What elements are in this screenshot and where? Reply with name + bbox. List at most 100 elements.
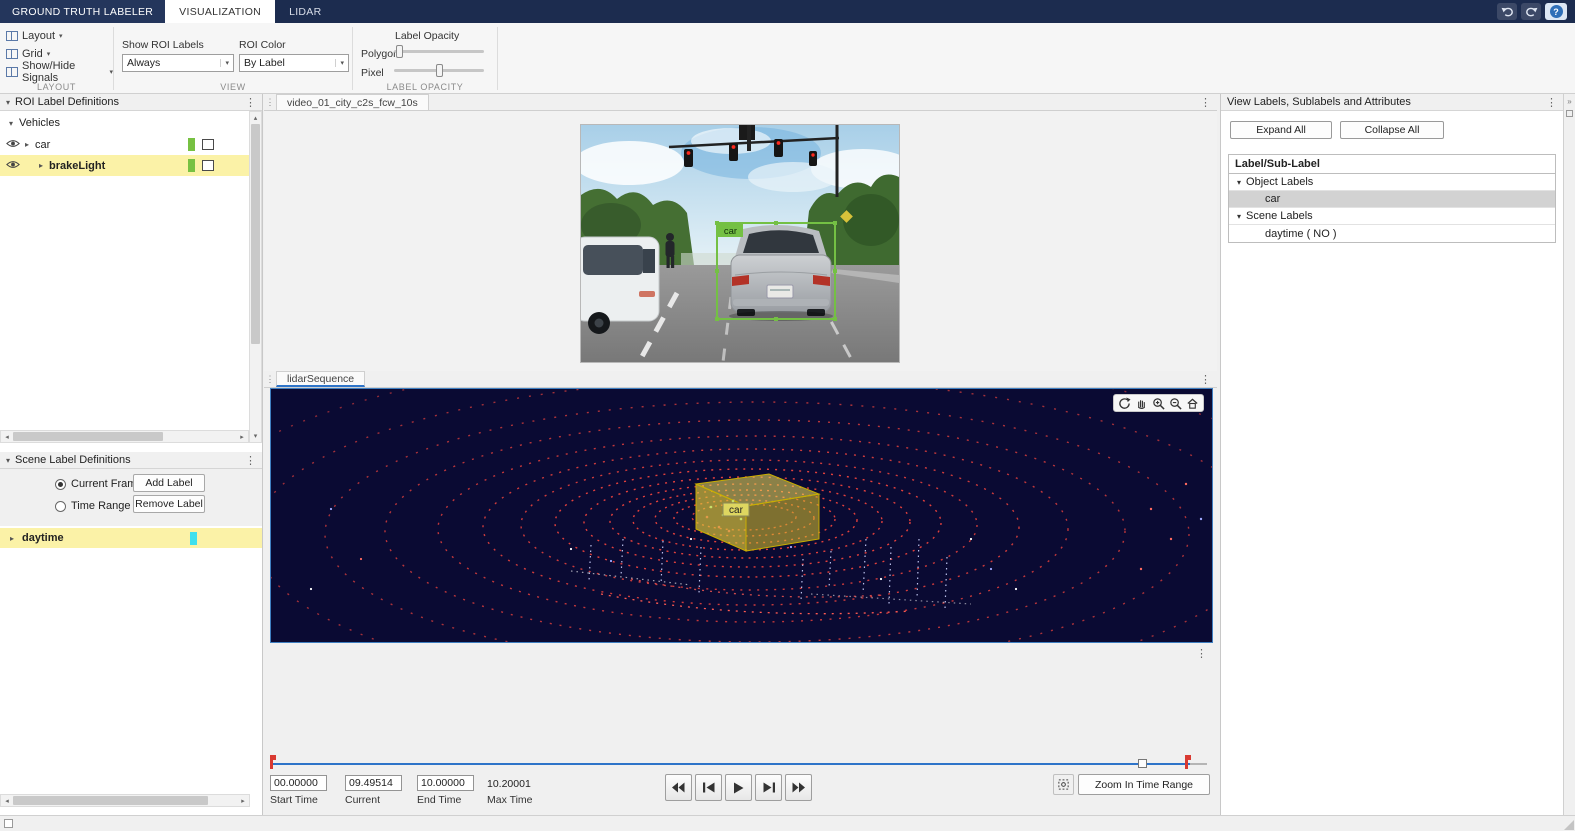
show-roi-labels-select[interactable]: Always ▾ — [122, 54, 234, 72]
collapse-all-button[interactable]: Collapse All — [1340, 121, 1444, 139]
end-time-field[interactable] — [417, 775, 474, 791]
previous-frame-button[interactable] — [695, 774, 722, 801]
expand-strip-icon[interactable]: » — [1564, 97, 1575, 106]
collapse-icon[interactable]: ▾ — [6, 98, 10, 107]
scroll-right-icon[interactable]: ▸ — [236, 431, 248, 443]
tab-visualization[interactable]: VISUALIZATION — [165, 0, 275, 23]
tab-lidar[interactable]: LIDAR — [275, 0, 335, 23]
table-row-scene-labels[interactable]: ▾ Scene Labels — [1229, 208, 1555, 225]
table-row-car[interactable]: car — [1229, 191, 1555, 208]
scrollbar-thumb[interactable] — [13, 432, 163, 441]
panel-drag-handle[interactable]: ⋮ — [264, 371, 276, 387]
roi-item-brakelight[interactable]: ▸ brakeLight — [0, 155, 249, 176]
video-display-area: car — [264, 111, 1217, 371]
radio-current-frame[interactable]: Current Frame — [55, 478, 143, 490]
current-time-field[interactable] — [345, 775, 402, 791]
fast-forward-button[interactable] — [785, 774, 812, 801]
panel-menu-icon[interactable]: ⋮ — [1194, 371, 1217, 387]
roi-color-select[interactable]: By Label ▾ — [239, 54, 349, 72]
chevron-right-icon[interactable]: ▸ — [10, 534, 14, 543]
undo-icon[interactable] — [1497, 3, 1517, 20]
start-time-field[interactable] — [270, 775, 327, 791]
radio-time-range[interactable]: Time Range — [55, 500, 131, 512]
video-scene: car — [581, 125, 899, 362]
panel-menu-icon[interactable]: ⋮ — [1196, 647, 1207, 660]
timeline-track[interactable] — [272, 763, 1190, 765]
chevron-right-icon[interactable]: ▸ — [39, 161, 43, 170]
scene-item-daytime[interactable]: ▸ daytime — [0, 528, 262, 548]
tab-ground-truth-labeler[interactable]: GROUND TRUTH LABELER — [0, 0, 165, 23]
tab-lidar-signal[interactable]: lidarSequence — [276, 371, 365, 387]
roi-color-swatch[interactable] — [188, 159, 195, 172]
chevron-right-icon[interactable]: ▸ — [25, 140, 29, 149]
section-label-view: VIEW — [114, 82, 352, 92]
roi-horizontal-scrollbar[interactable]: ◂ ▸ — [0, 430, 249, 443]
panel-menu-icon[interactable]: ⋮ — [245, 96, 256, 109]
scrollbar-thumb[interactable] — [251, 124, 260, 344]
table-row-daytime[interactable]: daytime ( NO ) — [1229, 225, 1555, 242]
attributes-panel: View Labels, Sublabels and Attributes ⋮ … — [1220, 94, 1563, 815]
timeline-slider[interactable] — [270, 757, 1207, 771]
chevron-down-icon[interactable]: ▾ — [1237, 178, 1241, 187]
scroll-down-icon[interactable]: ▾ — [250, 430, 262, 442]
redo-icon[interactable] — [1521, 3, 1541, 20]
pixel-opacity-slider[interactable] — [394, 69, 484, 72]
zoom-in-time-range-button[interactable]: Zoom In Time Range — [1078, 774, 1210, 795]
eye-icon[interactable] — [6, 160, 21, 172]
resize-grip-icon[interactable] — [1564, 820, 1574, 830]
home-view-icon[interactable] — [1185, 396, 1200, 411]
left-panel: ▾ ROI Label Definitions ⋮ ▾ Vehicles ▸ c… — [0, 94, 263, 815]
show-hide-signals-dropdown[interactable]: Show/Hide Signals ▾ — [0, 63, 113, 81]
end-flag-marker[interactable] — [1185, 755, 1188, 769]
current-time-label: Current — [345, 794, 380, 806]
scroll-left-icon[interactable]: ◂ — [1, 795, 13, 807]
panel-drag-handle[interactable]: ⋮ — [264, 94, 276, 110]
panel-menu-icon[interactable]: ⋮ — [1194, 94, 1217, 110]
scroll-left-icon[interactable]: ◂ — [1, 431, 13, 443]
remove-label-button[interactable]: Remove Label — [133, 495, 205, 513]
table-row-object-labels[interactable]: ▾ Object Labels — [1229, 174, 1555, 191]
tab-video-signal[interactable]: video_01_city_c2s_fcw_10s — [276, 94, 429, 110]
timeline-track-overflow — [1190, 763, 1207, 765]
status-left-icon[interactable] — [4, 819, 13, 828]
roi-group-vehicles[interactable]: ▾ Vehicles — [0, 113, 249, 133]
roi-item-car[interactable]: ▸ car — [0, 134, 249, 155]
help-icon[interactable]: ? — [1545, 3, 1567, 20]
zoom-out-icon[interactable] — [1168, 396, 1183, 411]
scroll-right-icon[interactable]: ▸ — [237, 795, 249, 807]
polygon-opacity-slider[interactable] — [394, 50, 484, 53]
zoom-in-icon[interactable] — [1151, 396, 1166, 411]
scroll-up-icon[interactable]: ▴ — [250, 112, 262, 124]
chevron-down-icon[interactable]: ▾ — [1237, 212, 1241, 221]
panel-menu-icon[interactable]: ⋮ — [1546, 96, 1557, 109]
polygon-slider-thumb[interactable] — [396, 45, 403, 58]
rewind-button[interactable] — [665, 774, 692, 801]
expand-all-button[interactable]: Expand All — [1230, 121, 1332, 139]
collapse-icon[interactable]: ▾ — [6, 456, 10, 465]
play-button[interactable] — [725, 774, 752, 801]
eye-icon[interactable] — [6, 139, 21, 151]
panel-menu-icon[interactable]: ⋮ — [245, 454, 256, 467]
left-bottom-scrollbar[interactable]: ◂ ▸ — [0, 794, 250, 807]
roi-vertical-scrollbar[interactable]: ▴ ▾ — [249, 111, 262, 443]
lidar-cuboid[interactable]: car — [696, 474, 819, 551]
pixel-slider-thumb[interactable] — [436, 64, 443, 77]
current-time-thumb[interactable] — [1138, 759, 1147, 768]
panel-strip-icon[interactable] — [1566, 110, 1573, 117]
layout-dropdown[interactable]: Layout ▾ — [0, 27, 113, 45]
add-label-button[interactable]: Add Label — [133, 474, 205, 492]
pan-hand-icon[interactable] — [1134, 396, 1149, 411]
video-frame[interactable]: car — [581, 125, 899, 362]
next-frame-button[interactable] — [755, 774, 782, 801]
roi-color-swatch[interactable] — [188, 138, 195, 151]
time-range-selection-icon[interactable] — [1053, 774, 1074, 795]
rotate-icon[interactable] — [1117, 396, 1132, 411]
scrollbar-thumb[interactable] — [13, 796, 208, 805]
statusbar — [0, 815, 1575, 831]
ribbon-section-opacity: Label Opacity Polygon Pixel LABEL OPACIT… — [353, 23, 497, 93]
lidar-point-cloud-view[interactable]: car — [270, 388, 1213, 643]
start-flag-marker[interactable] — [270, 755, 273, 769]
scene-color-swatch[interactable] — [190, 532, 197, 545]
rectangle-roi-icon — [202, 160, 214, 171]
chevron-down-icon[interactable]: ▾ — [9, 119, 13, 128]
